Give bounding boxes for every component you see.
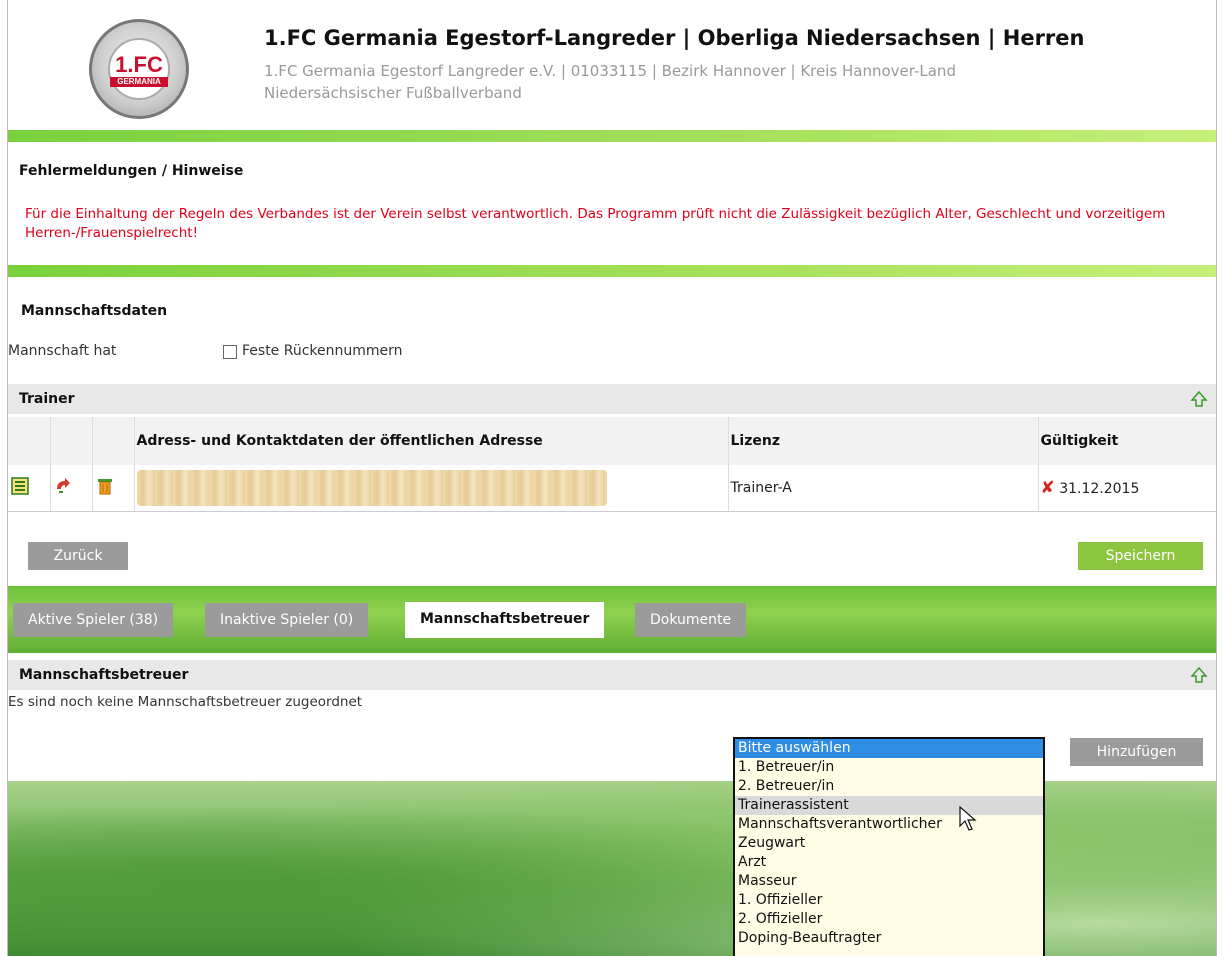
license-col-header: Lizenz: [727, 417, 1038, 465]
tab-team-staff[interactable]: Mannschaftsbetreuer: [405, 602, 605, 638]
club-logo-text: 1.FC: [115, 52, 163, 77]
staff-panel-header: Mannschaftsbetreuer: [8, 660, 1216, 690]
address-cell: [133, 465, 728, 512]
address-col-header: Adress- und Kontaktdaten der öffentliche…: [133, 417, 728, 465]
errors-title: Fehlermeldungen / Hinweise: [19, 163, 244, 179]
page-title: 1.FC Germania Egestorf-Langreder | Oberl…: [264, 26, 1085, 50]
collapse-up-icon[interactable]: [1190, 390, 1208, 408]
dropdown-option[interactable]: Masseur: [735, 872, 1043, 891]
validity-cell: ✘ 31.12.2015: [1037, 465, 1216, 512]
redacted-address: [136, 469, 607, 506]
staff-empty-message: Es sind noch keine Mannschaftsbetreuer z…: [8, 694, 363, 710]
back-button[interactable]: Zurück: [28, 542, 128, 570]
tab-strip: Aktive Spieler (38) Inaktive Spieler (0)…: [8, 586, 1216, 653]
add-staff-button[interactable]: Hinzufügen: [1070, 738, 1203, 766]
table-header-row: Adress- und Kontaktdaten der öffentliche…: [8, 417, 1216, 465]
team-has-label: Mannschaft hat: [8, 343, 117, 359]
swap-cell: [49, 465, 92, 512]
club-logo-subtext: GERMANIA: [110, 77, 168, 87]
trainer-panel-header: Trainer: [8, 384, 1216, 414]
table-row: Trainer-A ✘ 31.12.2015: [8, 465, 1216, 512]
club-logo-inner: 1.FC GERMANIA: [108, 38, 170, 100]
club-logo: 1.FC GERMANIA: [89, 19, 189, 119]
page-subtitle-line2: Niedersächsischer Fußballverband: [264, 84, 522, 102]
icon-col-header: [8, 417, 50, 465]
validity-col-header: Gültigkeit: [1037, 417, 1216, 465]
save-button[interactable]: Speichern: [1078, 542, 1203, 570]
divider-bar: [8, 130, 1216, 142]
trainer-table: Adress- und Kontaktdaten der öffentliche…: [8, 417, 1216, 512]
icon-col-header: [91, 417, 134, 465]
dropdown-option[interactable]: Trainerassistent: [735, 796, 1043, 815]
details-icon[interactable]: [10, 476, 30, 496]
dropdown-option[interactable]: 1. Offizieller: [735, 891, 1043, 910]
dropdown-option[interactable]: Bitte auswählen: [735, 739, 1043, 758]
page-frame: 1.FC GERMANIA 1.FC Germania Egestorf-Lan…: [7, 0, 1217, 956]
tab-inactive-players[interactable]: Inaktive Spieler (0): [205, 603, 369, 637]
dropdown-option[interactable]: Arzt: [735, 853, 1043, 872]
trainer-title: Trainer: [19, 391, 75, 407]
dropdown-option[interactable]: 2. Betreuer/in: [735, 777, 1043, 796]
divider-bar: [8, 265, 1216, 277]
fixed-numbers-label: Feste Rückennummern: [242, 343, 403, 359]
validity-date: 31.12.2015: [1059, 480, 1140, 497]
dropdown-option[interactable]: Doping-Beauftragter: [735, 929, 1043, 948]
errors-message: Für die Einhaltung der Regeln des Verban…: [25, 206, 1166, 241]
page-subtitle: 1.FC Germania Egestorf Langreder e.V. | …: [264, 60, 1204, 104]
details-cell: [8, 465, 50, 512]
fixed-numbers-checkbox[interactable]: [223, 345, 237, 359]
collapse-up-icon[interactable]: [1190, 666, 1208, 684]
icon-col-header: [49, 417, 92, 465]
invalid-x-icon: ✘: [1040, 477, 1055, 498]
header: 1.FC GERMANIA 1.FC Germania Egestorf-Lan…: [8, 0, 1216, 130]
tab-active-players[interactable]: Aktive Spieler (38): [13, 603, 174, 637]
staff-role-dropdown[interactable]: Bitte auswählen 1. Betreuer/in 2. Betreu…: [733, 737, 1045, 956]
trash-icon[interactable]: [95, 476, 115, 496]
dropdown-option[interactable]: 2. Offizieller: [735, 910, 1043, 929]
license-cell: Trainer-A: [727, 465, 1038, 512]
dropdown-option[interactable]: Zeugwart: [735, 834, 1043, 853]
staff-title: Mannschaftsbetreuer: [19, 667, 189, 683]
dropdown-option[interactable]: Mannschaftsverantwortlicher: [735, 815, 1043, 834]
dropdown-option[interactable]: 1. Betreuer/in: [735, 758, 1043, 777]
delete-cell: [91, 465, 134, 512]
team-data-title: Mannschaftsdaten: [21, 303, 168, 319]
mouse-cursor-icon: [959, 806, 977, 831]
tab-documents[interactable]: Dokumente: [635, 603, 747, 637]
swap-icon[interactable]: [53, 476, 73, 496]
page-subtitle-line1: 1.FC Germania Egestorf Langreder e.V. | …: [264, 62, 956, 80]
